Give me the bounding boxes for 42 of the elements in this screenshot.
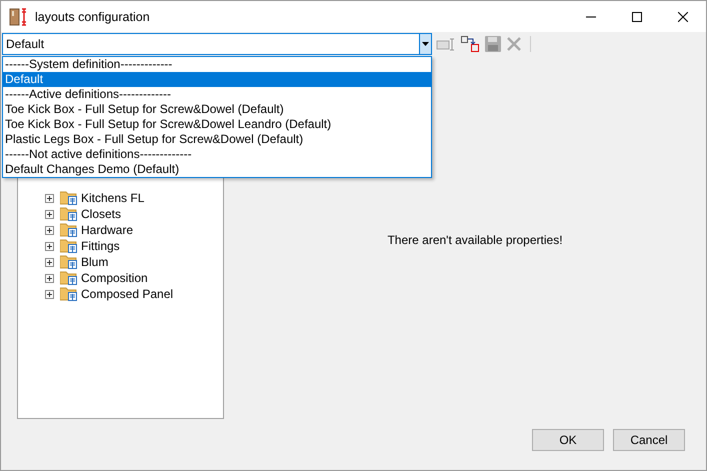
- folder-icon: [60, 222, 78, 238]
- minimize-icon: [586, 16, 596, 18]
- dropdown-item[interactable]: Toe Kick Box - Full Setup for Screw&Dowel Leandro (Default): [3, 117, 431, 132]
- maximize-icon: [632, 12, 642, 22]
- expand-icon[interactable]: [45, 226, 54, 234]
- tree-item[interactable]: Kitchens FL: [81, 191, 144, 205]
- tree-item[interactable]: Closets: [81, 207, 122, 221]
- caret-icon: [422, 42, 429, 46]
- dropdown-item[interactable]: ------Active definitions-------------: [3, 87, 431, 102]
- expand-icon[interactable]: [45, 194, 54, 202]
- tree-item[interactable]: Composition: [81, 271, 148, 285]
- dropdown-item[interactable]: ------Not active definitions-------------: [3, 147, 431, 162]
- window-title: layouts configuration: [35, 10, 150, 24]
- empty-message: There aren't available properties!: [387, 233, 563, 248]
- copy-icon[interactable]: [460, 35, 480, 53]
- expand-icon[interactable]: [45, 258, 54, 266]
- dropdown-item[interactable]: Default Changes Demo (Default): [3, 162, 431, 177]
- dropdown-item[interactable]: Default: [3, 72, 431, 87]
- folder-icon: [60, 238, 78, 254]
- folder-icon: [60, 270, 78, 286]
- folder-icon: [60, 190, 78, 206]
- folder-icon: [60, 254, 78, 270]
- save-icon[interactable]: [484, 35, 502, 53]
- dropdown-item[interactable]: Plastic Legs Box - Full Setup for Screw&Dowel (Default): [3, 132, 431, 147]
- dropdown-item[interactable]: Toe Kick Box - Full Setup for Screw&Dowel (Default): [3, 102, 431, 117]
- folder-icon: [60, 206, 78, 222]
- dialog-button[interactable]: Cancel: [613, 429, 685, 451]
- tree-item[interactable]: Fittings: [81, 239, 120, 253]
- close-icon: [678, 12, 688, 22]
- folder-icon: [60, 286, 78, 302]
- dropdown-button[interactable]: [419, 34, 431, 54]
- dialog-button[interactable]: OK: [532, 429, 604, 451]
- layout-combo[interactable]: Default: [2, 33, 432, 55]
- tree-item[interactable]: Hardware: [81, 223, 134, 237]
- expand-icon[interactable]: [45, 274, 54, 282]
- tree-item[interactable]: Composed Panel: [81, 287, 174, 301]
- expand-icon[interactable]: [45, 290, 54, 298]
- expand-icon[interactable]: [45, 242, 54, 250]
- expand-icon[interactable]: [45, 210, 54, 218]
- app-icon: [9, 8, 29, 26]
- tree-item[interactable]: Blum: [81, 255, 108, 269]
- dropdown-item[interactable]: ------System definition-------------: [3, 57, 431, 72]
